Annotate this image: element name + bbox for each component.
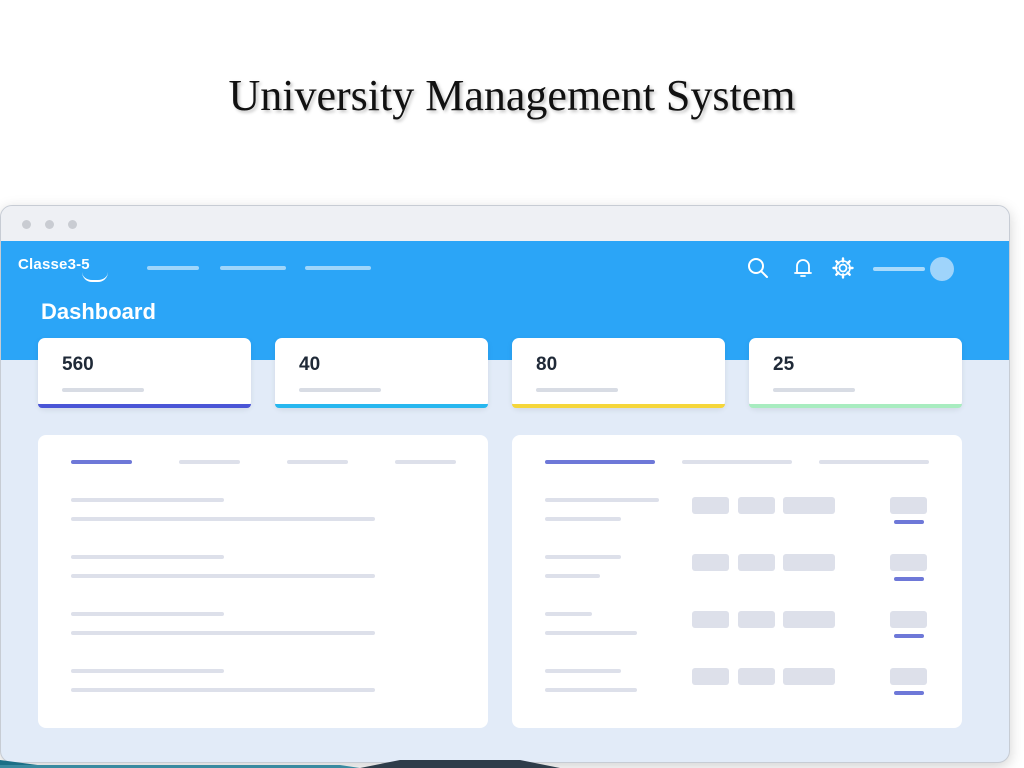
slide-footer-decoration	[0, 760, 560, 768]
status-indicator	[894, 520, 924, 524]
stat-card[interactable]: 25	[749, 338, 962, 408]
table-cell-placeholder	[783, 554, 835, 571]
table-action-placeholder[interactable]	[890, 554, 927, 571]
tab[interactable]	[395, 460, 456, 464]
table-panel	[512, 435, 962, 728]
stat-value: 80	[536, 354, 558, 375]
stat-value: 40	[299, 354, 321, 375]
table-action-placeholder[interactable]	[890, 668, 927, 685]
list-item-title-placeholder[interactable]	[71, 555, 224, 559]
table-row-title-placeholder[interactable]	[545, 498, 659, 502]
table-cell-placeholder	[692, 497, 729, 514]
tab[interactable]	[682, 460, 792, 464]
window-control-dot[interactable]	[22, 220, 31, 229]
nav-link-placeholder[interactable]	[220, 266, 286, 270]
nav-link-placeholder[interactable]	[305, 266, 371, 270]
stat-accent-bar	[749, 404, 962, 408]
stat-value: 560	[62, 354, 94, 375]
table-row-title-placeholder[interactable]	[545, 555, 621, 559]
slide-title: University Management System	[228, 71, 796, 120]
gear-icon[interactable]	[830, 255, 856, 281]
table-row-title-placeholder[interactable]	[545, 612, 592, 616]
table-row-text-placeholder	[545, 574, 600, 578]
user-name-placeholder[interactable]	[873, 267, 925, 271]
list-item-text-placeholder	[71, 574, 375, 578]
table-action-placeholder[interactable]	[890, 497, 927, 514]
list-item-text-placeholder	[71, 688, 375, 692]
avatar[interactable]	[930, 257, 954, 281]
tab[interactable]	[819, 460, 929, 464]
table-cell-placeholder	[783, 497, 835, 514]
status-indicator	[894, 577, 924, 581]
table-cell-placeholder	[738, 497, 775, 514]
list-item-text-placeholder	[71, 517, 375, 521]
stat-accent-bar	[38, 404, 251, 408]
list-panel	[38, 435, 488, 728]
stat-label-placeholder	[62, 388, 144, 392]
stat-label-placeholder	[299, 388, 381, 392]
logo-smile-mark	[82, 272, 108, 282]
table-row-text-placeholder	[545, 517, 621, 521]
tab[interactable]	[179, 460, 240, 464]
stat-label-placeholder	[773, 388, 855, 392]
app-logo[interactable]: Classe3-5	[18, 256, 108, 282]
table-cell-placeholder	[738, 611, 775, 628]
tab-active[interactable]	[545, 460, 655, 464]
table-cell-placeholder	[692, 611, 729, 628]
status-indicator	[894, 691, 924, 695]
table-row-text-placeholder	[545, 631, 637, 635]
table-action-placeholder[interactable]	[890, 611, 927, 628]
nav-link-placeholder[interactable]	[147, 266, 199, 270]
table-cell-placeholder	[738, 554, 775, 571]
bell-icon[interactable]	[790, 255, 816, 281]
stat-label-placeholder	[536, 388, 618, 392]
table-row-text-placeholder	[545, 688, 637, 692]
stat-card[interactable]: 560	[38, 338, 251, 408]
list-item-title-placeholder[interactable]	[71, 612, 224, 616]
browser-window: Classe3-5 Dashboard 560 40 80 25	[0, 205, 1010, 763]
page-title: Dashboard	[41, 299, 156, 324]
status-indicator	[894, 634, 924, 638]
window-control-dot[interactable]	[45, 220, 54, 229]
stat-card[interactable]: 80	[512, 338, 725, 408]
stat-accent-bar	[275, 404, 488, 408]
list-item-text-placeholder	[71, 631, 375, 635]
search-icon[interactable]	[745, 255, 771, 281]
stat-value: 25	[773, 354, 795, 375]
table-cell-placeholder	[692, 668, 729, 685]
tab[interactable]	[287, 460, 348, 464]
table-cell-placeholder	[783, 611, 835, 628]
window-titlebar	[1, 206, 1009, 241]
table-cell-placeholder	[738, 668, 775, 685]
tab-active[interactable]	[71, 460, 132, 464]
list-item-title-placeholder[interactable]	[71, 669, 224, 673]
list-item-title-placeholder[interactable]	[71, 498, 224, 502]
stat-card[interactable]: 40	[275, 338, 488, 408]
stat-accent-bar	[512, 404, 725, 408]
table-cell-placeholder	[692, 554, 729, 571]
table-cell-placeholder	[783, 668, 835, 685]
logo-text: Classe3-5	[18, 256, 90, 273]
window-control-dot[interactable]	[68, 220, 77, 229]
table-row-title-placeholder[interactable]	[545, 669, 621, 673]
